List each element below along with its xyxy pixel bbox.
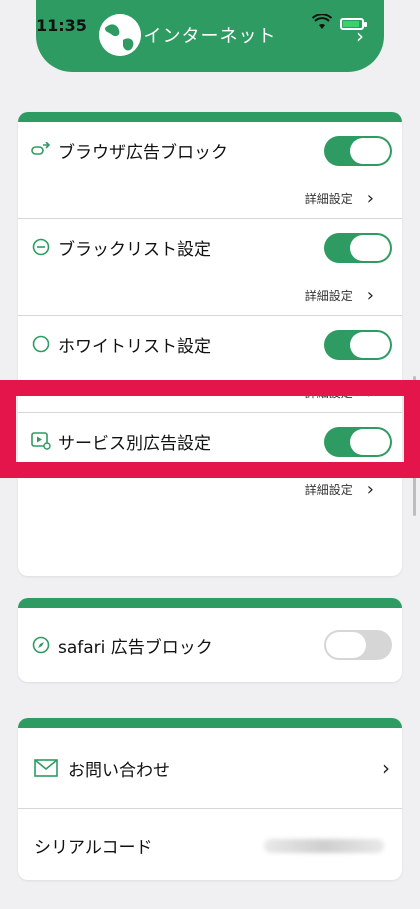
row-label: ブラウザ広告ブロック — [58, 142, 228, 163]
check-circle-icon — [30, 333, 52, 355]
blacklist-toggle[interactable] — [324, 233, 392, 263]
serial-code-value-blurred — [264, 839, 384, 853]
browser-ad-block-detail-link[interactable]: 詳細設定 › — [18, 178, 402, 218]
chevron-right-icon: › — [382, 756, 390, 780]
chevron-right-icon: › — [366, 187, 374, 209]
safari-ad-block-row: safari 広告ブロック — [18, 608, 402, 682]
safari-ad-block-toggle[interactable] — [324, 630, 392, 660]
browser-ad-block-toggle[interactable] — [324, 136, 392, 166]
serial-code-row[interactable]: シリアルコード — [18, 809, 402, 880]
status-time: 11:35 — [36, 16, 87, 35]
blacklist-detail-link[interactable]: 詳細設定 › — [18, 275, 402, 315]
header-bar: インターネット › — [36, 0, 384, 72]
row-label: ブラックリスト設定 — [58, 239, 211, 260]
chevron-right-icon[interactable]: › — [356, 24, 364, 48]
detail-label: 詳細設定 — [304, 191, 353, 206]
card-accent-bar — [18, 718, 402, 728]
support-card: お問い合わせ › シリアルコード — [18, 718, 402, 880]
row-label: ホワイトリスト設定 — [58, 336, 211, 357]
chevron-right-icon: › — [366, 284, 374, 306]
browser-ad-block-row: ブラウザ広告ブロック — [18, 122, 402, 178]
safari-ad-block-card: safari 広告ブロック — [18, 598, 402, 682]
link-arrow-icon — [30, 139, 52, 161]
minus-circle-icon — [30, 236, 52, 258]
compass-icon — [30, 634, 52, 656]
chevron-right-icon: › — [366, 478, 374, 500]
internet-settings-screen: インターネット › 11:35 ブラウザ広告ブロック 詳細設定 › ブラックリス… — [0, 0, 420, 909]
whitelist-row: ホワイトリスト設定 — [18, 316, 402, 372]
detail-label: 詳細設定 — [304, 288, 353, 303]
whitelist-toggle[interactable] — [324, 330, 392, 360]
contact-row[interactable]: お問い合わせ › — [18, 728, 402, 808]
contact-label: お問い合わせ — [68, 760, 170, 781]
mail-icon — [34, 759, 58, 777]
ad-block-settings-card: ブラウザ広告ブロック 詳細設定 › ブラックリスト設定 詳細設定 › ホワイトリ… — [18, 112, 402, 576]
highlight-box — [0, 380, 420, 478]
card-accent-bar — [18, 112, 402, 122]
card-accent-bar — [18, 598, 402, 608]
detail-label: 詳細設定 — [304, 482, 353, 497]
blacklist-row: ブラックリスト設定 — [18, 219, 402, 275]
row-label: safari 広告ブロック — [58, 637, 213, 658]
serial-label: シリアルコード — [34, 837, 153, 858]
wifi-icon — [312, 14, 332, 29]
